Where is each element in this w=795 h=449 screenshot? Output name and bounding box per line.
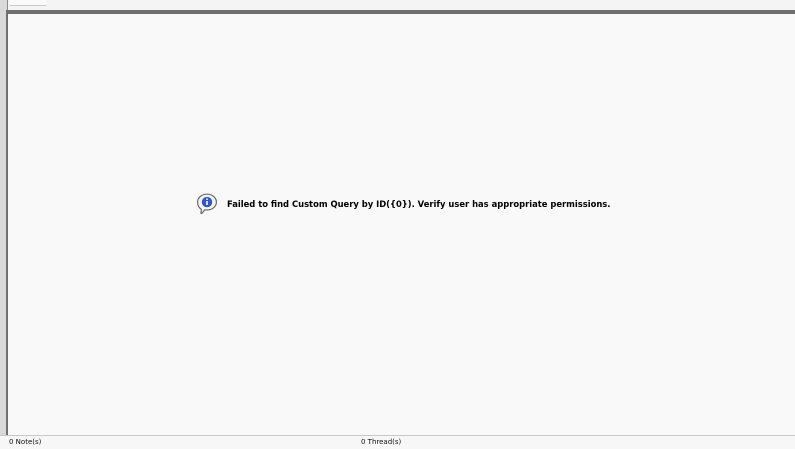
status-bar: 0 Note(s) 0 Thread(s) xyxy=(0,435,795,449)
top-tab[interactable] xyxy=(10,0,46,6)
info-speech-bubble-icon xyxy=(196,193,218,215)
threads-count: 0 Thread(s) xyxy=(361,438,402,446)
main-content-area xyxy=(8,14,795,435)
top-toolbar-strip xyxy=(0,0,795,10)
message-text: Failed to find Custom Query by ID({0}). … xyxy=(227,199,611,209)
info-message: Failed to find Custom Query by ID({0}). … xyxy=(195,192,610,216)
notes-count: 0 Note(s) xyxy=(9,438,42,446)
